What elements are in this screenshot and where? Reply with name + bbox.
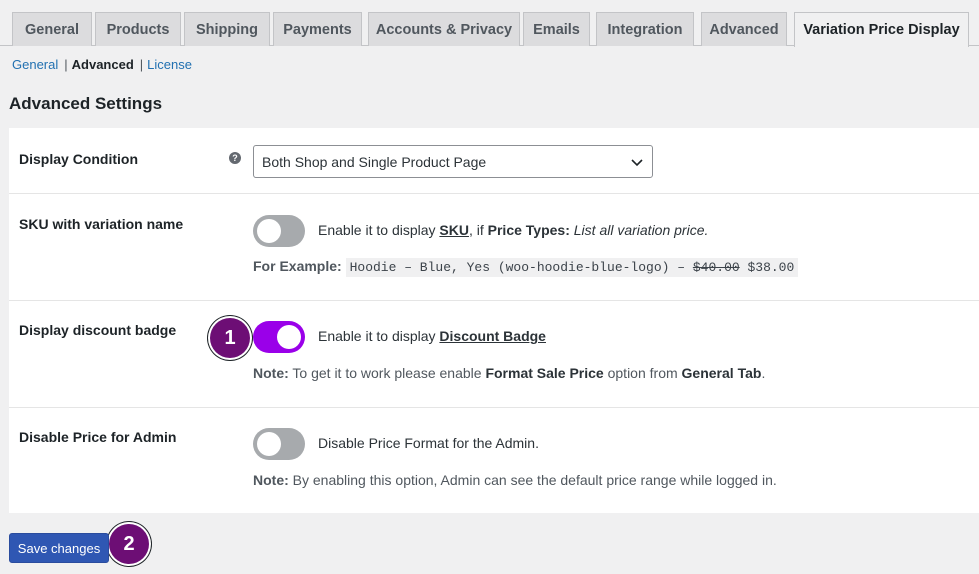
tab-emails[interactable]: Emails (523, 12, 590, 46)
sku-example-label: For Example: (253, 258, 342, 274)
sku-text-list: List all variation price. (569, 222, 709, 238)
disable-admin-note: Note: By enabling this option, Admin can… (253, 472, 777, 488)
sku-text-mid: , if (468, 222, 488, 238)
sku-example: For Example: Hoodie – Blue, Yes (woo-hoo… (253, 258, 799, 277)
disable-admin-toggle[interactable] (253, 428, 305, 460)
row-display-condition: Display Condition ? Both Shop and Single… (9, 128, 979, 194)
save-changes-button[interactable]: Save changes (9, 533, 109, 563)
tab-advanced[interactable]: Advanced (701, 12, 787, 46)
tab-general[interactable]: General (12, 12, 92, 46)
sku-text-pre: Enable it to display (318, 222, 440, 238)
note-text: By enabling this option, Admin can see t… (288, 472, 777, 488)
subnav-general-link[interactable]: General (12, 57, 58, 72)
discount-badge-text-pre: Enable it to display (318, 328, 440, 344)
note-label: Note: (253, 472, 289, 488)
discount-badge-note: Note: To get it to work please enable Fo… (253, 365, 765, 381)
step-marker-1: 1 (210, 318, 250, 358)
tab-shipping[interactable]: Shipping (184, 12, 270, 46)
settings-panel: Display Condition ? Both Shop and Single… (9, 128, 979, 513)
discount-badge-label: Display discount badge (19, 322, 177, 338)
subnav-license-link[interactable]: License (147, 57, 192, 72)
note-general-tab: General Tab (681, 365, 762, 381)
sku-text-price-types: Price Types: (487, 222, 570, 238)
note-format-sale-price: Format Sale Price (485, 365, 604, 381)
row-disable-admin: Disable Price for Admin Disable Price Fo… (9, 408, 979, 513)
row-discount-badge: Display discount badge Enable it to disp… (9, 301, 979, 408)
row-sku-variation: SKU with variation name Enable it to dis… (9, 194, 979, 301)
sku-variation-label: SKU with variation name (19, 216, 184, 232)
note-label: Note: (253, 365, 289, 381)
note-text: To get it to work please enable (288, 365, 486, 381)
display-condition-select[interactable]: Both Shop and Single Product Page (253, 145, 653, 178)
toggle-knob (277, 325, 301, 349)
discount-badge-description: Enable it to display Discount Badge (318, 328, 546, 344)
toggle-knob (257, 432, 281, 456)
sku-variation-toggle[interactable] (253, 215, 305, 247)
sku-example-new-price: $38.00 (739, 260, 795, 275)
settings-tabs: General Products Shipping Payments Accou… (0, 0, 979, 47)
chevron-down-icon (631, 159, 643, 167)
tab-integration[interactable]: Integration (596, 12, 694, 46)
note-text: option from (603, 365, 682, 381)
sub-navigation: General | Advanced | License (12, 57, 192, 72)
tab-variation-price-display[interactable]: Variation Price Display (794, 12, 969, 47)
page-title: Advanced Settings (9, 94, 163, 113)
tab-products[interactable]: Products (95, 12, 181, 46)
tab-payments[interactable]: Payments (273, 12, 362, 46)
sku-variation-description: Enable it to display SKU, if Price Types… (318, 222, 708, 238)
sku-text-sku: SKU (439, 222, 469, 238)
display-condition-label: Display Condition (19, 151, 138, 167)
sku-example-code-text: Hoodie – Blue, Yes (woo-hoodie-blue-logo… (349, 260, 693, 275)
display-condition-selected-value: Both Shop and Single Product Page (262, 153, 487, 170)
subnav-separator: | (139, 57, 144, 72)
step-marker-2: 2 (109, 524, 149, 564)
subnav-separator: | (64, 57, 68, 72)
discount-badge-toggle[interactable] (253, 321, 305, 353)
disable-admin-label: Disable Price for Admin (19, 429, 177, 445)
disable-admin-description: Disable Price Format for the Admin. (318, 435, 539, 451)
sku-example-code: Hoodie – Blue, Yes (woo-hoodie-blue-logo… (345, 258, 799, 277)
tab-accounts-privacy[interactable]: Accounts & Privacy (368, 12, 520, 46)
discount-badge-link[interactable]: Discount Badge (439, 328, 546, 344)
note-text: . (761, 365, 766, 381)
sku-example-old-price: $40.00 (692, 260, 740, 275)
subnav-advanced-current: Advanced (71, 57, 134, 72)
help-icon[interactable]: ? (229, 152, 241, 164)
toggle-knob (257, 219, 281, 243)
